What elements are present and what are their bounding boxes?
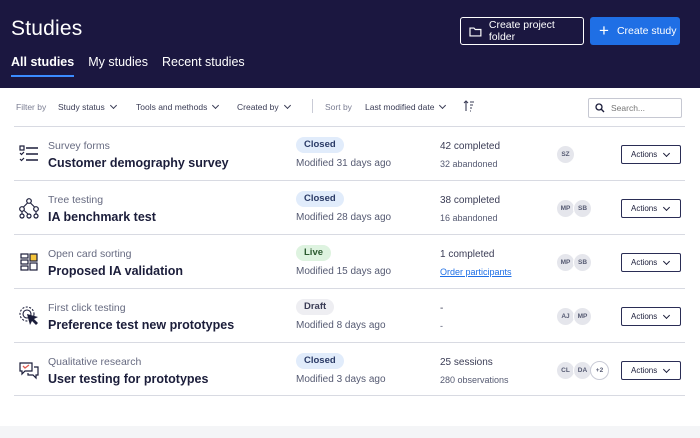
search-box[interactable] (588, 98, 682, 118)
collaborators: AJ MP (556, 307, 592, 326)
survey-icon (19, 145, 38, 162)
actions-label: Actions (631, 258, 658, 267)
sort-order-button[interactable] (463, 100, 475, 112)
study-type: Tree testing (48, 194, 104, 206)
sort-icon (463, 100, 474, 112)
study-status-filter[interactable]: Study status (58, 101, 117, 112)
study-row[interactable]: Open card sorting Proposed IA validation… (14, 234, 685, 288)
primary-stat: 42 completed (440, 141, 501, 152)
modified-text: Modified 28 days ago (296, 212, 392, 223)
collaborators: MP SB (556, 199, 592, 218)
study-row[interactable]: Tree testing IA benchmark test Closed Mo… (14, 180, 685, 234)
study-type: First click testing (48, 302, 126, 314)
study-name[interactable]: Proposed IA validation (48, 264, 183, 278)
tab-all-studies[interactable]: All studies (11, 55, 75, 77)
study-type: Open card sorting (48, 248, 132, 260)
study-tabs: All studies My studies Recent studies (11, 55, 245, 77)
avatar: MP (573, 307, 592, 326)
study-name[interactable]: Preference test new prototypes (48, 318, 234, 332)
actions-label: Actions (631, 366, 658, 375)
study-row[interactable]: First click testing Preference test new … (14, 288, 685, 342)
chevron-down-icon (663, 149, 671, 157)
secondary-stat: 280 observations (440, 375, 509, 385)
card-sort-icon (20, 253, 38, 271)
study-name[interactable]: User testing for prototypes (48, 372, 208, 386)
chevron-down-icon (439, 101, 447, 110)
filter-divider (312, 99, 313, 113)
chevron-down-icon (283, 101, 291, 110)
tab-recent-studies[interactable]: Recent studies (162, 55, 245, 77)
study-row[interactable]: Survey forms Customer demography survey … (14, 126, 685, 180)
collaborators: SZ (556, 145, 575, 164)
avatar: SZ (556, 145, 575, 164)
create-project-folder-label: Create project folder (488, 19, 555, 43)
actions-label: Actions (631, 204, 658, 213)
filter-bar: Filter by Study status Tools and methods… (0, 88, 700, 126)
qualitative-icon (19, 362, 39, 380)
study-name[interactable]: IA benchmark test (48, 210, 156, 224)
more-collaborators-badge[interactable]: +2 (590, 361, 609, 380)
status-badge: Live (296, 245, 332, 261)
chevron-down-icon (663, 203, 671, 211)
tools-methods-filter[interactable]: Tools and methods (136, 101, 220, 112)
tab-my-studies[interactable]: My studies (88, 55, 148, 77)
study-row[interactable]: Qualitative research User testing for pr… (14, 342, 685, 396)
search-input[interactable] (611, 103, 681, 113)
create-study-button[interactable]: + Create study (590, 17, 680, 45)
plus-icon: + (599, 20, 609, 40)
study-name[interactable]: Customer demography survey (48, 156, 229, 170)
page-title: Studies (11, 17, 83, 40)
secondary-stat: 16 abandoned (440, 213, 498, 223)
primary-stat: - (440, 303, 444, 314)
status-badge: Closed (296, 191, 344, 207)
studies-panel: Filter by Study status Tools and methods… (0, 88, 700, 426)
modified-text: Modified 8 days ago (296, 320, 386, 331)
status-badge: Draft (296, 299, 335, 315)
avatar: SB (573, 253, 592, 272)
filter-by-label: Filter by (16, 102, 47, 112)
created-by-filter[interactable]: Created by (237, 101, 291, 112)
search-icon (595, 103, 605, 113)
collaborators: MP SB (556, 253, 592, 272)
app-header: Studies Create project folder + Create s… (0, 0, 700, 88)
secondary-stat: - (440, 321, 443, 331)
chevron-down-icon (212, 101, 220, 110)
collaborators: CL DA +2 (556, 361, 609, 380)
actions-dropdown[interactable]: Actions (621, 145, 681, 164)
primary-stat: 38 completed (440, 195, 501, 206)
avatar: SB (573, 199, 592, 218)
study-type: Qualitative research (48, 356, 142, 368)
modified-text: Modified 31 days ago (296, 158, 392, 169)
actions-dropdown[interactable]: Actions (621, 307, 681, 326)
chevron-down-icon (663, 365, 671, 373)
sort-dropdown[interactable]: Last modified date (365, 101, 447, 112)
secondary-stat: 32 abandoned (440, 159, 498, 169)
actions-dropdown[interactable]: Actions (621, 253, 681, 272)
order-participants-link[interactable]: Order participants (440, 267, 512, 277)
study-type: Survey forms (48, 140, 110, 152)
primary-stat: 25 sessions (440, 357, 493, 368)
chevron-down-icon (663, 257, 671, 265)
sort-value: Last modified date (365, 102, 435, 112)
actions-dropdown[interactable]: Actions (621, 199, 681, 218)
created-by-label: Created by (237, 102, 279, 112)
first-click-icon (19, 306, 38, 325)
tree-icon (19, 198, 39, 219)
modified-text: Modified 15 days ago (296, 266, 392, 277)
create-project-folder-button[interactable]: Create project folder (460, 17, 584, 45)
folder-icon (469, 26, 482, 37)
primary-stat: 1 completed (440, 249, 495, 260)
modified-text: Modified 3 days ago (296, 374, 386, 385)
actions-label: Actions (631, 150, 658, 159)
sort-by-label: Sort by (325, 102, 352, 112)
actions-label: Actions (631, 312, 658, 321)
actions-dropdown[interactable]: Actions (621, 361, 681, 380)
create-study-label: Create study (616, 25, 677, 37)
study-status-label: Study status (58, 102, 105, 112)
chevron-down-icon (663, 311, 671, 319)
status-badge: Closed (296, 137, 344, 153)
chevron-down-icon (109, 101, 117, 110)
status-badge: Closed (296, 353, 344, 369)
tools-methods-label: Tools and methods (136, 102, 208, 112)
